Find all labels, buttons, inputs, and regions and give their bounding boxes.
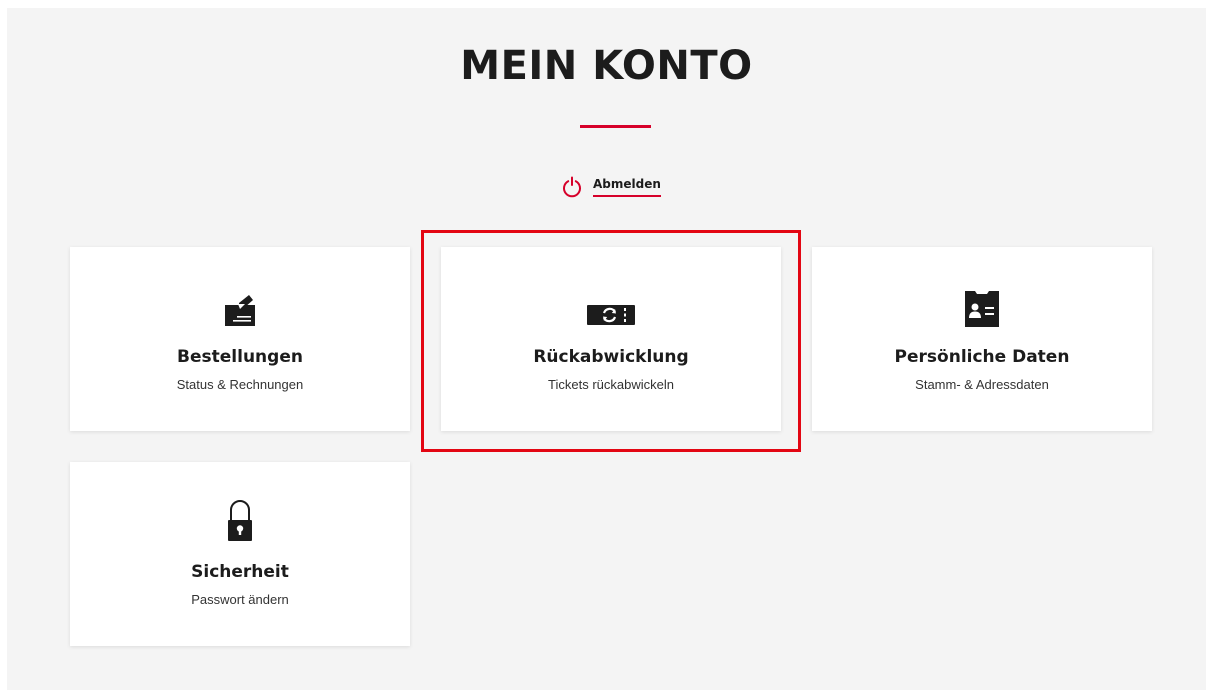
order-edit-icon xyxy=(70,277,410,327)
card-orders-title: Bestellungen xyxy=(177,347,303,367)
power-icon xyxy=(563,176,581,198)
id-card-icon xyxy=(812,277,1152,327)
card-orders-subtitle: Status & Rechnungen xyxy=(176,377,304,392)
card-personal-title: Persönliche Daten xyxy=(894,347,1070,367)
card-refund[interactable]: Rückabwicklung Tickets rückabwickeln xyxy=(441,247,781,431)
title-underline xyxy=(580,125,651,128)
card-personal-subtitle: Stamm- & Adressdaten xyxy=(915,377,1049,392)
page-title: MEIN KONTO xyxy=(460,43,753,89)
card-personal-data[interactable]: Persönliche Daten Stamm- & Adressdaten xyxy=(812,247,1152,431)
ticket-refund-icon xyxy=(441,277,781,327)
card-refund-subtitle: Tickets rückabwickeln xyxy=(548,377,674,392)
logout-label: Abmelden xyxy=(593,177,661,197)
card-security-subtitle: Passwort ändern xyxy=(191,592,289,607)
card-security[interactable]: Sicherheit Passwort ändern xyxy=(70,462,410,646)
padlock-icon xyxy=(70,492,410,542)
card-refund-title: Rückabwicklung xyxy=(533,347,689,367)
card-orders[interactable]: Bestellungen Status & Rechnungen xyxy=(70,247,410,431)
logout-button[interactable]: Abmelden xyxy=(561,176,661,200)
card-security-title: Sicherheit xyxy=(191,562,289,582)
